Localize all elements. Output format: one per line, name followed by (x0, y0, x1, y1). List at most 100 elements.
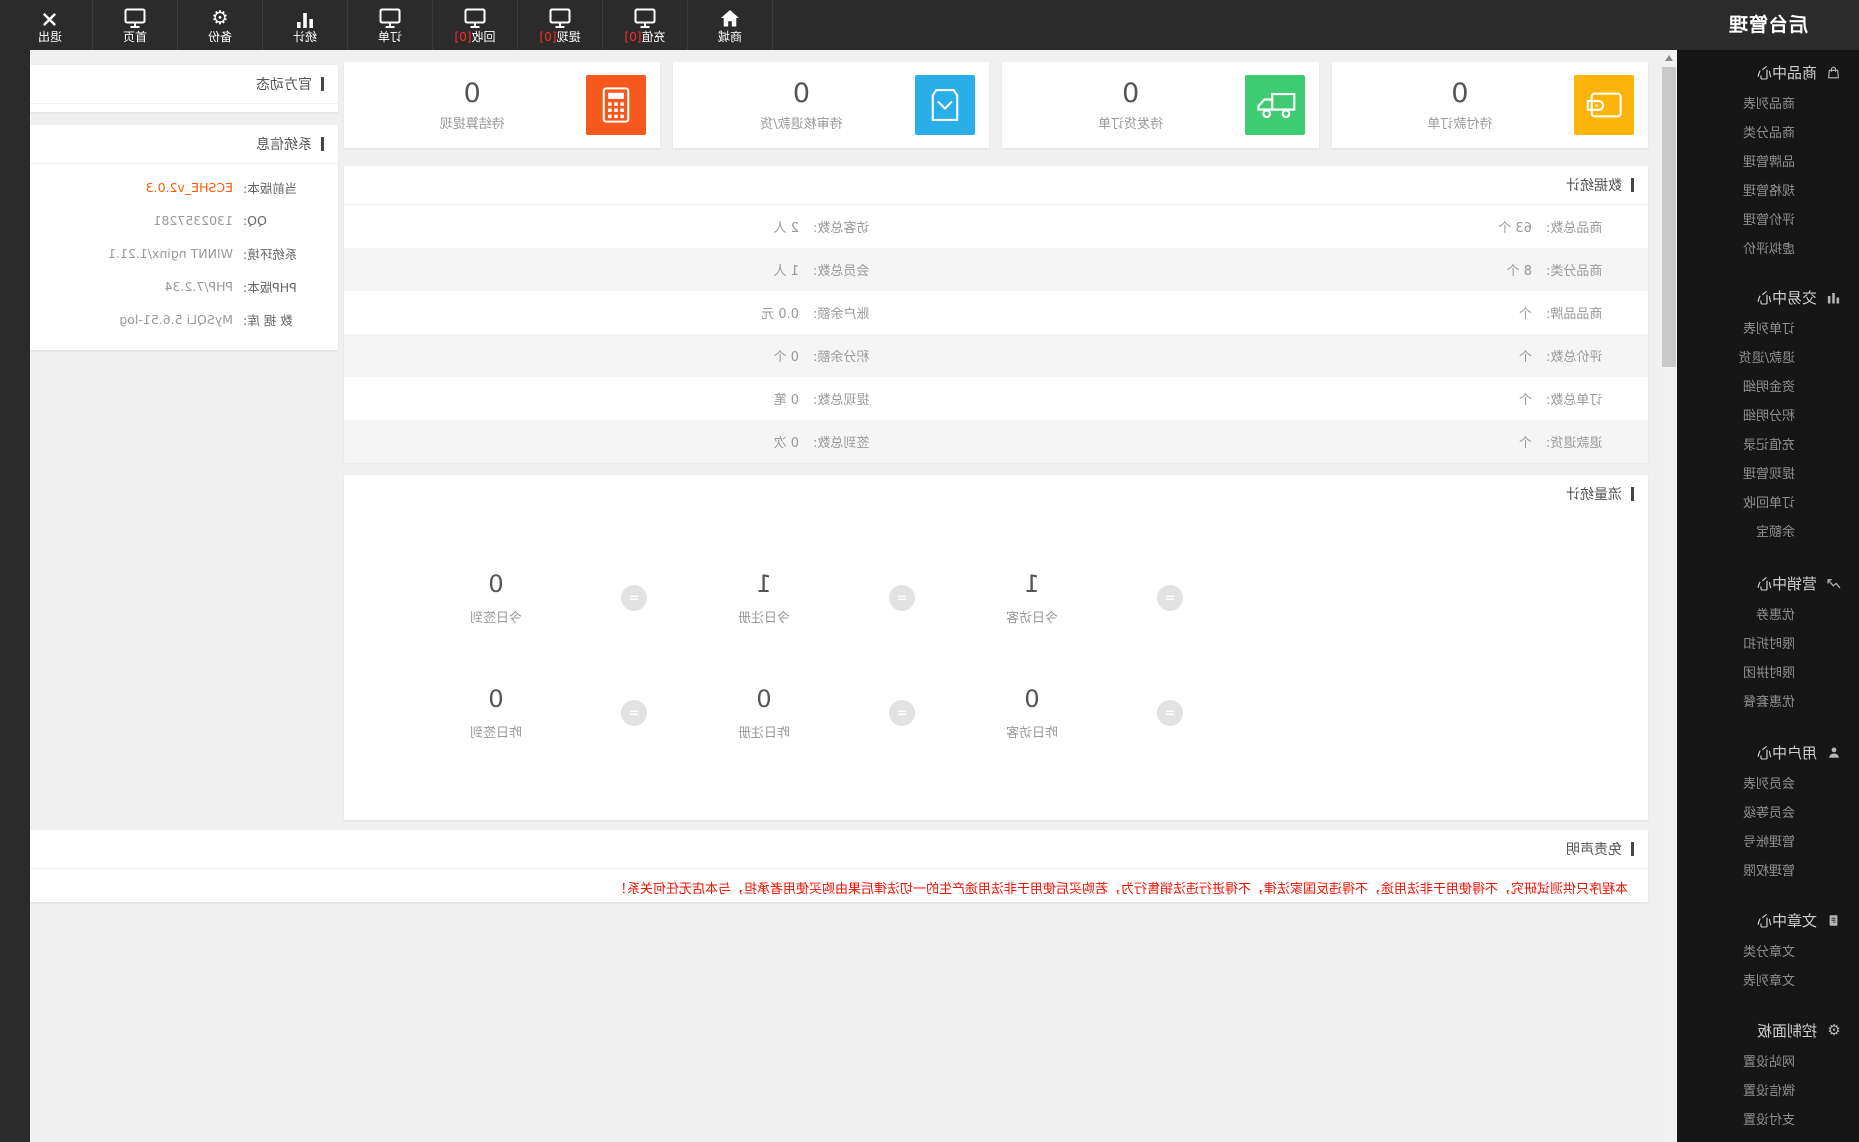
sidebar-section-title: 交易中心 (1756, 288, 1817, 307)
card-content: 0 待审核退款/货 (687, 78, 915, 132)
topbar-item-recycle[interactable]: 回收[0] (433, 0, 518, 50)
traffic-value: 0 (488, 570, 504, 598)
sidebar-item-spec-mgmt[interactable]: 规格管理 (1677, 177, 1859, 206)
stat-row: 退款退货: 个 签到总数: 0 次 (344, 420, 1648, 463)
traffic-label: 今日签到 (470, 611, 523, 626)
topbar-item-statistics[interactable]: 统计 (263, 0, 348, 50)
sidebar-section-title: 营销中心 (1756, 574, 1817, 593)
monitor-icon (549, 7, 571, 28)
sidebar-item-goods-list[interactable]: 商品列表 (1677, 90, 1859, 119)
topbar-item-orders[interactable]: 订单 (348, 0, 433, 50)
sidebar-item-balance[interactable]: 余额宝 (1677, 518, 1859, 547)
card-pending-refund-review[interactable]: 0 待审核退款/货 (673, 62, 990, 148)
equals-icon: = (621, 585, 647, 611)
traffic-label: 今日访客 (1006, 611, 1059, 626)
card-pending-settlement[interactable]: 0 待结算提现 (344, 62, 661, 148)
topbar-item-label: 充值[0] (624, 29, 666, 44)
sidebar-section-marketing[interactable]: 营销中心 (1677, 565, 1859, 601)
sidebar-item-site-settings[interactable]: 网站设置 (1677, 1048, 1859, 1077)
sidebar-item-refund-return[interactable]: 退款/退货 (1677, 344, 1859, 373)
topbar-item-label: 商城 (718, 29, 743, 44)
sidebar-item-review-mgmt[interactable]: 评价管理 (1677, 206, 1859, 235)
sidebar-item-article-cate[interactable]: 文章分类 (1677, 938, 1859, 967)
sidebar-item-points-detail[interactable]: 积分明细 (1677, 402, 1859, 431)
sidebar-item-member-level[interactable]: 会员等级 (1677, 799, 1859, 828)
topbar-item-label: 提现[0] (539, 29, 581, 44)
equals-icon: = (889, 585, 915, 611)
sidebar-item-order-list[interactable]: 订单列表 (1677, 315, 1859, 344)
gear-icon: ⚙ (211, 6, 229, 29)
bar-chart-icon (1826, 290, 1842, 305)
topbar-item-label: 回收[0] (454, 29, 496, 44)
sidebar-item-flash-group[interactable]: 限时拼团 (1677, 659, 1859, 688)
traffic-unit-yesterday-visitors: = 0 昨日访客 (977, 685, 1183, 741)
topbar-item-logout[interactable]: 退出 (8, 0, 93, 50)
system-info-row: QQ: 1302357281 (153, 213, 267, 228)
sidebar-section-users[interactable]: 用户中心 (1677, 734, 1859, 770)
sidebar-item-coupon[interactable]: 优惠券 (1677, 601, 1859, 630)
sidebar-section-trade[interactable]: 交易中心 (1677, 279, 1859, 315)
sidebar-item-brand-mgmt[interactable]: 品牌管理 (1677, 148, 1859, 177)
sidebar-item-recharge-record[interactable]: 充值记录 (1677, 431, 1859, 460)
sidebar-section-control-panel[interactable]: ⚙ 控制面板 (1677, 1012, 1859, 1048)
topbar-item-label: 备份 (208, 29, 233, 44)
system-info-row: 当前版本: ECSHE_v2.0.3 (145, 180, 298, 196)
sidebar-item-fund-detail[interactable]: 资金明细 (1677, 373, 1859, 402)
monitor-icon (124, 7, 146, 28)
panel-header: 系统信息 (30, 125, 338, 164)
monitor-icon (634, 7, 656, 28)
topbar-item-backup[interactable]: ⚙ 备份 (178, 0, 263, 50)
accent-bar (1631, 842, 1634, 856)
topbar-item-withdraw[interactable]: 提现[0] (518, 0, 603, 50)
traffic-value: 0 (756, 685, 772, 713)
monitor-icon (464, 7, 486, 28)
sidebar-item-wechat-settings[interactable]: 微信设置 (1677, 1077, 1859, 1106)
scrollbar[interactable] (1661, 50, 1677, 1142)
stat-row: 商品品牌: 个 账户余额: 0.0 元 (761, 307, 1603, 322)
news-panel: 官方动态 (30, 65, 338, 112)
topbar-item-label: 首页 (123, 29, 148, 44)
sidebar-section-goods[interactable]: 商品中心 (1677, 54, 1859, 90)
traffic-value: 0 (1024, 685, 1040, 713)
trend-icon (1826, 576, 1842, 591)
panel-header: 免责声明 (30, 830, 1648, 869)
version-link[interactable]: ECSHE_v2.0.3 (146, 180, 233, 195)
sidebar-item-virtual-review[interactable]: 虚拟评价 (1677, 235, 1859, 264)
calculator-icon (586, 75, 647, 135)
sidebar-section-articles[interactable]: 文章中心 (1677, 902, 1859, 938)
sidebar-item-member-list[interactable]: 会员列表 (1677, 770, 1859, 799)
traffic-stats-panel: 流量统计 = 1 今日访客 = 1 今日注册 = 0 今日签到 = 0 昨日访客 = 0… (344, 475, 1648, 820)
summary-cards: 0 待付款订单 0 待发货订单 0 待审核退款/货 0 待结算提现 (344, 62, 1648, 148)
topbar-item-recharge[interactable]: 充值[0] (603, 0, 688, 50)
sidebar-item-payment-settings[interactable]: 支付设置 (1677, 1106, 1859, 1135)
card-value: 0 (1122, 77, 1140, 109)
sidebar-section-title: 商品中心 (1756, 63, 1817, 82)
sidebar-item-article-list[interactable]: 文章列表 (1677, 967, 1859, 996)
accent-bar (1631, 487, 1634, 501)
document-icon (1826, 913, 1842, 928)
topbar-menu: 商城 充值[0] 提现[0] 回收[0] 订单 统计 ⚙ 备份 首页 退出 (8, 0, 773, 50)
sidebar-item-combo[interactable]: 优惠套餐 (1677, 688, 1859, 717)
sidebar-item-admin-permission[interactable]: 管理权限 (1677, 857, 1859, 886)
sidebar-item-goods-cate[interactable]: 商品分类 (1677, 119, 1859, 148)
app-logo: 后台管理 (1728, 14, 1809, 36)
traffic-value: 0 (488, 685, 504, 713)
scrollbar-thumb[interactable] (1662, 67, 1676, 367)
sidebar-item-flash-discount[interactable]: 限时折扣 (1677, 630, 1859, 659)
sidebar-item-admin-account[interactable]: 管理帐号 (1677, 828, 1859, 857)
accent-bar (1631, 178, 1634, 192)
card-pending-payment[interactable]: 0 待付款订单 (1331, 62, 1648, 148)
home-icon (720, 7, 740, 28)
sidebar-item-withdraw-mgmt[interactable]: 提现管理 (1677, 460, 1859, 489)
card-pending-shipment[interactable]: 0 待发货订单 (1002, 62, 1319, 148)
scrollbar-up-arrow[interactable] (1661, 50, 1677, 66)
bag-icon (1826, 65, 1842, 80)
topbar-item-mall[interactable]: 商城 (688, 0, 773, 50)
sidebar-item-order-recycle[interactable]: 订单回收 (1677, 489, 1859, 518)
user-icon (1826, 745, 1842, 760)
traffic-value: 1 (1024, 570, 1040, 598)
topbar-item-homepage[interactable]: 首页 (93, 0, 178, 50)
system-info-rows: 当前版本: ECSHE_v2.0.3 QQ: 1302357281 系统环境: … (30, 164, 338, 336)
card-value: 0 (1451, 77, 1469, 109)
panel-header: 流量统计 (344, 475, 1648, 513)
